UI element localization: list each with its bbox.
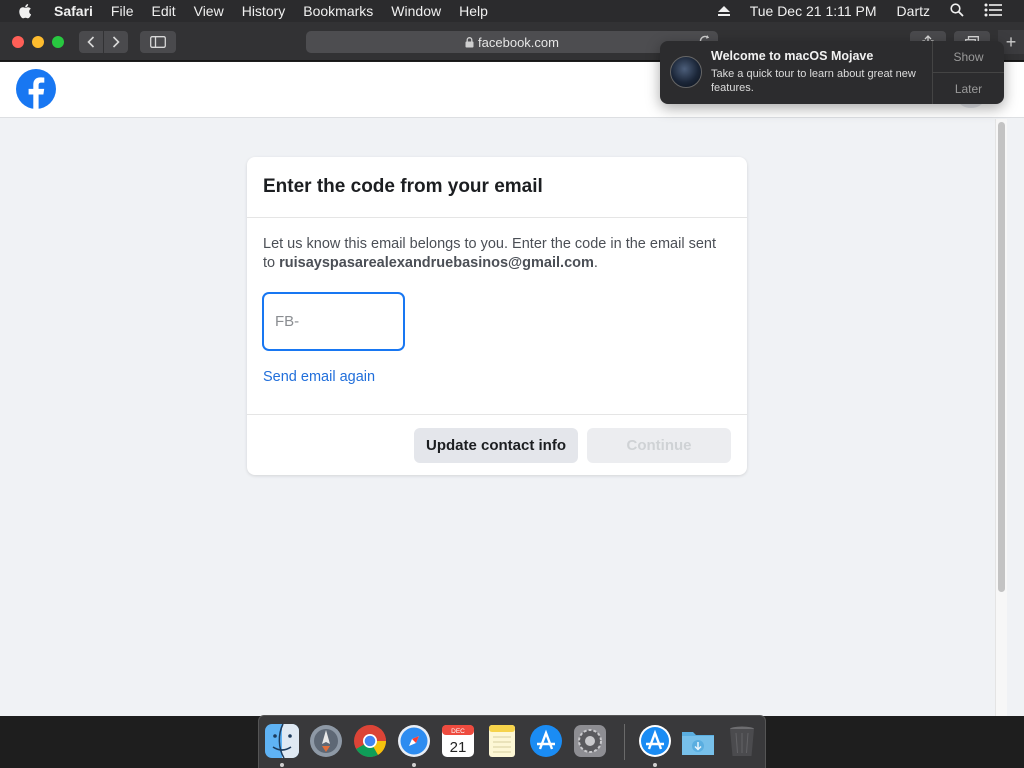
page-scrollbar-thumb[interactable]	[998, 122, 1005, 592]
finder-running-indicator	[280, 763, 284, 767]
notification-show-button[interactable]: Show	[933, 41, 1004, 72]
send-email-again-link[interactable]: Send email again	[263, 369, 375, 385]
minimize-window-button[interactable]	[32, 36, 44, 48]
eject-icon[interactable]	[717, 3, 730, 19]
calendar-icon[interactable]: DEC 21	[439, 722, 477, 760]
menu-history[interactable]: History	[242, 3, 286, 19]
notification-title: Welcome to macOS Mojave	[711, 49, 874, 63]
card-title: Enter the code from your email	[263, 176, 543, 197]
card-footer-divider	[247, 414, 747, 415]
menu-bar: Safari File Edit View History Bookmarks …	[0, 0, 1024, 22]
notification-center-icon[interactable]	[984, 3, 1002, 20]
safari-icon[interactable]	[395, 722, 433, 760]
calendar-month: DEC	[451, 728, 465, 735]
trash-icon[interactable]	[723, 722, 761, 760]
continue-button[interactable]: Continue	[587, 428, 731, 463]
notification-body: Take a quick tour to learn about great n…	[711, 68, 916, 94]
app-store-running-indicator	[653, 763, 657, 767]
chevron-right-icon	[112, 36, 120, 48]
notification-later-button[interactable]: Later	[933, 73, 1004, 104]
chevron-left-icon	[87, 36, 95, 48]
mojave-icon	[670, 56, 702, 88]
dock: DEC 21	[258, 715, 766, 768]
card-divider	[247, 217, 747, 218]
menubar-clock[interactable]: Tue Dec 21 1:11 PM	[750, 3, 877, 19]
notes-icon[interactable]	[483, 722, 521, 760]
spotlight-search-icon[interactable]	[950, 2, 964, 20]
lock-icon	[465, 36, 474, 48]
forward-button[interactable]	[104, 31, 128, 53]
calendar-day: 21	[450, 739, 467, 756]
menu-file[interactable]: File	[111, 3, 134, 19]
system-preferences-icon[interactable]	[571, 722, 609, 760]
code-input[interactable]	[263, 293, 404, 350]
app-store-download-icon[interactable]	[636, 722, 674, 760]
web-content: Enter the code from your email Let us kn…	[0, 62, 1024, 716]
chrome-icon[interactable]	[351, 722, 389, 760]
facebook-logo-icon[interactable]	[16, 69, 56, 109]
card-description: Let us know this email belongs to you. E…	[263, 235, 731, 273]
safari-running-indicator	[412, 763, 416, 767]
menubar-user[interactable]: Dartz	[897, 3, 930, 19]
menu-bookmarks[interactable]: Bookmarks	[303, 3, 373, 19]
apple-menu-icon[interactable]	[18, 3, 38, 19]
update-contact-info-button[interactable]: Update contact info	[414, 428, 578, 463]
address-url: facebook.com	[478, 34, 559, 50]
app-store-icon[interactable]	[527, 722, 565, 760]
menu-help[interactable]: Help	[459, 3, 488, 19]
address-bar[interactable]: facebook.com	[306, 31, 718, 53]
close-window-button[interactable]	[12, 36, 24, 48]
dock-separator	[624, 724, 625, 760]
launchpad-icon[interactable]	[307, 722, 345, 760]
menu-edit[interactable]: Edit	[151, 3, 175, 19]
sidebar-toggle-button[interactable]	[140, 31, 176, 53]
menu-window[interactable]: Window	[391, 3, 441, 19]
email-address: ruisayspasarealexandruebasinos@gmail.com	[279, 255, 594, 271]
verification-card: Enter the code from your email Let us kn…	[247, 157, 747, 475]
menu-view[interactable]: View	[194, 3, 224, 19]
finder-icon[interactable]	[263, 722, 301, 760]
back-button[interactable]	[79, 31, 103, 53]
description-suffix: .	[593, 255, 598, 271]
sidebar-icon	[150, 36, 166, 48]
mojave-notification[interactable]: Welcome to macOS Mojave Take a quick tou…	[660, 41, 1004, 104]
downloads-folder-icon[interactable]	[679, 722, 717, 760]
menu-safari[interactable]: Safari	[54, 3, 93, 19]
fullscreen-window-button[interactable]	[52, 36, 64, 48]
